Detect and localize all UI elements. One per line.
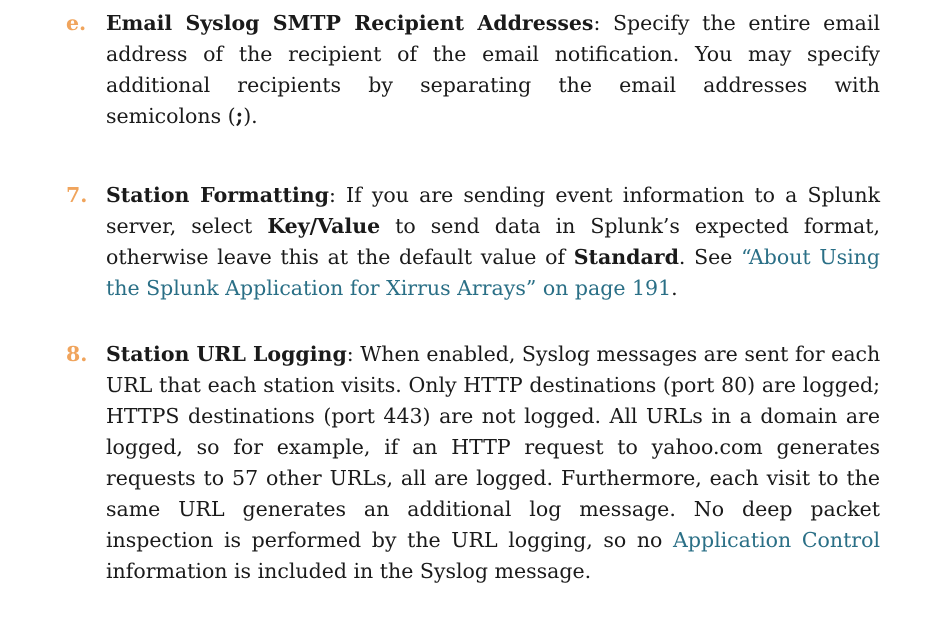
splunk-reference-link-continued[interactable]: the Splunk Application for Xirrus Arrays… [106,276,671,300]
text-line: inspection is performed by the URL loggi… [106,525,880,556]
text-fragment: semicolons ( [106,104,236,128]
text-line: additional recipients by separating the … [106,73,880,97]
text-fragment: : Specify the entire email [593,11,880,35]
text-line: HTTPS destinations (port 443) are not lo… [106,404,880,428]
splunk-reference-link[interactable]: “About Using [741,245,880,269]
text-fragment: : If you are sending event information t… [329,183,881,207]
text-line: URL that each station visits. Only HTTP … [106,373,880,397]
text-line: requests to 57 other URLs, all are logge… [106,466,880,490]
application-control-link[interactable]: Application Control [673,528,880,552]
text-line: Station Formatting: If you are sending e… [106,180,880,211]
text-line: information is included in the Syslog me… [106,559,592,583]
text-fragment: otherwise leave this at the default valu… [106,245,574,269]
key-value-option: Key/Value [267,214,381,238]
text-line: Email Syslog SMTP Recipient Addresses: S… [106,8,880,39]
text-line: same URL generates an additional log mes… [106,497,880,521]
list-marker: 8. [66,342,88,366]
term: Email Syslog SMTP Recipient Addresses [106,11,594,35]
text-line: otherwise leave this at the default valu… [106,242,880,273]
list-item-station-url-logging: 8. Station URL Logging: When enabled, Sy… [66,339,880,587]
text-fragment: . [671,276,678,300]
text-line: semicolons (;). [106,101,880,132]
term: Station URL Logging [106,342,347,366]
document-page: e. Email Syslog SMTP Recipient Addresses… [0,0,930,628]
list-item-email-recipients: e. Email Syslog SMTP Recipient Addresses… [66,8,880,132]
text-line: server, select Key/Value to send data in… [106,211,880,242]
text-line: Station URL Logging: When enabled, Syslo… [106,339,880,370]
text-fragment: to send data in Splunk’s expected format… [380,214,881,238]
text-fragment: ). [243,104,258,128]
text-line: address of the recipient of the email no… [106,42,880,66]
list-marker: 7. [66,183,88,207]
term: Station Formatting [106,183,329,207]
text-fragment: inspection is performed by the URL loggi… [106,528,674,552]
text-fragment: server, select [106,214,268,238]
text-fragment: . See [678,245,742,269]
text-fragment: : When enabled, Syslog messages are sent… [346,342,881,366]
list-marker: e. [66,11,87,35]
text-line: logged, so for example, if an HTTP reque… [106,435,880,459]
standard-option: Standard [573,245,679,269]
text-line: the Splunk Application for Xirrus Arrays… [106,273,880,304]
list-item-station-formatting: 7. Station Formatting: If you are sendin… [66,180,880,304]
